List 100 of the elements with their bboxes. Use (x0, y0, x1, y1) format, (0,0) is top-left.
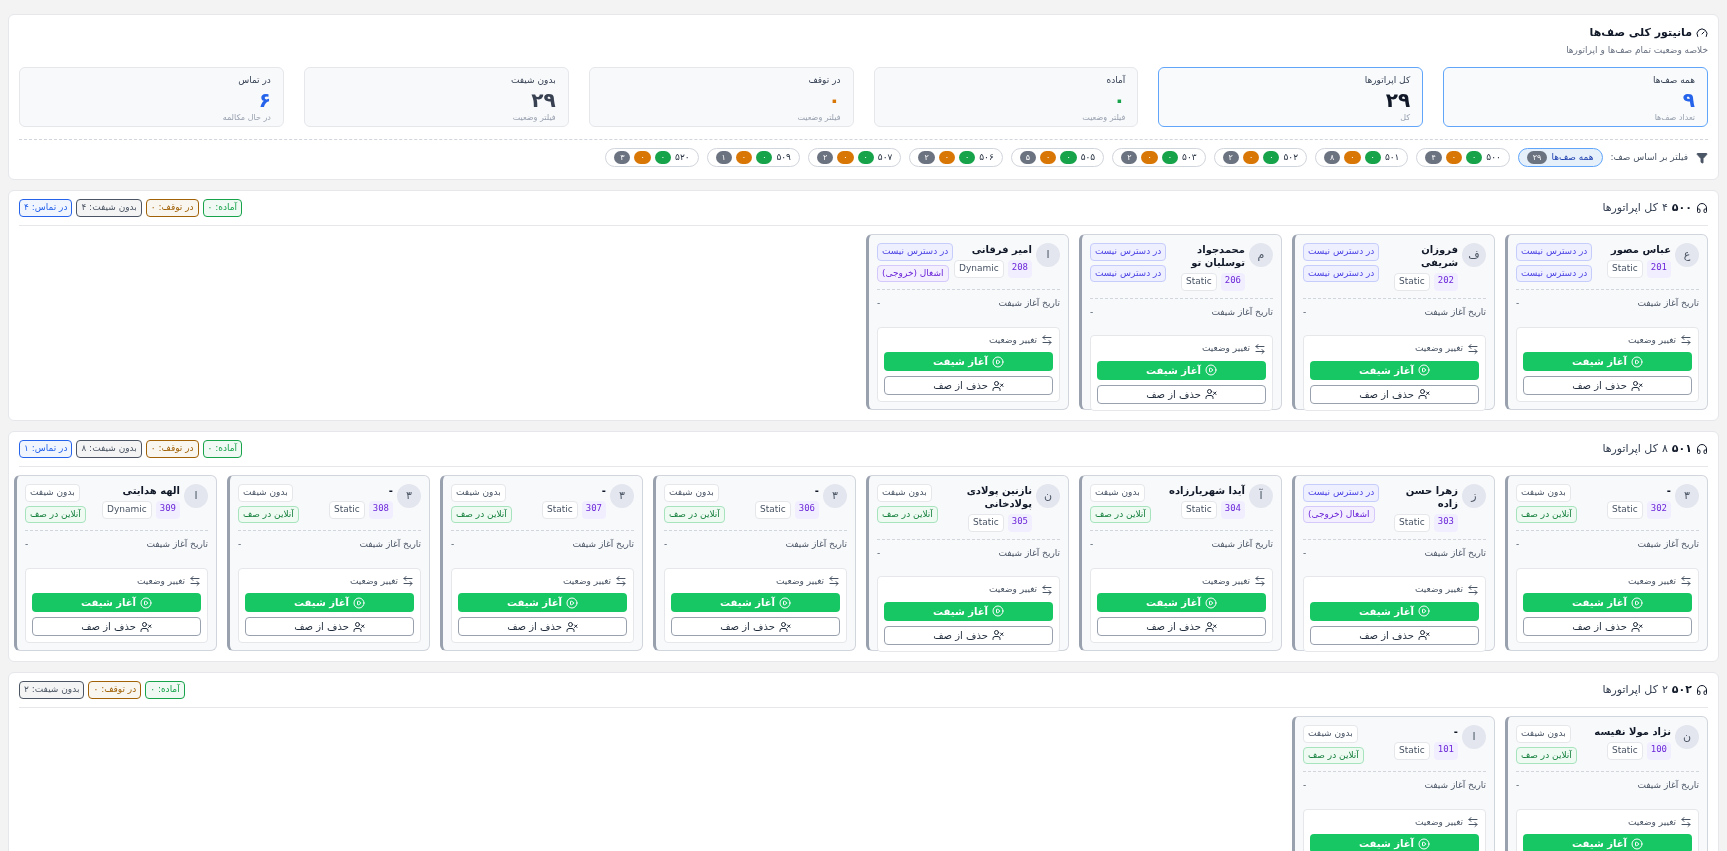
status-tag: آنلاین در صف (451, 505, 512, 523)
count-pill: ۸ (1324, 151, 1341, 164)
queue-filter-chip[interactable]: همه صف‌ها ۲۹ (1517, 148, 1603, 167)
user-remove-icon (778, 620, 791, 633)
agent-type: Static (968, 514, 1004, 532)
queue-name: ۵۰۱ (1671, 440, 1692, 457)
remove-from-queue-button[interactable]: حذف از صف (884, 376, 1053, 395)
count-pill: ۰ (857, 151, 874, 164)
shift-start-label: تاریخ آغاز شیفت (785, 538, 847, 551)
stat-card[interactable]: بدون شیفت ۲۹ فیلتر وضعیت (303, 67, 569, 127)
shift-start-value: - (451, 538, 455, 551)
agent-type: Static (1607, 260, 1643, 278)
swap-arrows-icon (1680, 575, 1692, 588)
shift-start-value: - (877, 546, 881, 560)
avatar-initial: ا (1462, 725, 1486, 749)
queue-filter-chip[interactable]: ۵۰۳ ۰ ۰ ۲ (1112, 148, 1206, 167)
count-pill: ۰ (1060, 151, 1077, 164)
stat-card[interactable]: کل اپراتورها ۲۹ کل (1158, 67, 1424, 127)
avatar-initial: ۳ (1675, 484, 1699, 508)
shift-start-value: - (1516, 538, 1520, 551)
play-icon (1631, 596, 1643, 609)
extension-number: 308 (368, 501, 393, 519)
swap-arrows-icon (1680, 816, 1692, 829)
stat-value: ۶ (257, 87, 271, 112)
operator-name: محمدجواد توسلیان تو (1189, 243, 1245, 269)
shift-start-label: تاریخ آغاز شیفت (1637, 779, 1699, 792)
queue-filter-chip[interactable]: ۵۰۷ ۰ ۰ ۲ (807, 148, 902, 167)
queue-filter-chip[interactable]: ۵۰۱ ۰ ۰ ۸ (1315, 148, 1409, 167)
stat-card[interactable]: همه صف‌ها ۹ تعداد صف‌ها (1443, 67, 1708, 127)
count-pill: ۰ (1141, 151, 1158, 164)
agent-type: Static (1394, 514, 1430, 532)
change-status-label: تغییر وضعیت (989, 583, 1037, 596)
queue-filter-chip[interactable]: ۵۰۶ ۰ ۰ ۲ (909, 148, 1003, 167)
operator-name: - (1665, 484, 1671, 497)
queue-filter-chip[interactable]: ۵۰۹ ۰ ۰ ۱ (706, 148, 800, 167)
play-icon (992, 605, 1004, 617)
change-status-label: تغییر وضعیت (1415, 342, 1463, 355)
queue-filter-chip[interactable]: ۵۲۰ ۰ ۰ ۳ (605, 148, 699, 167)
stat-card[interactable]: در تماس ۶ در حال مکالمه (19, 67, 284, 127)
queue-filter-chip[interactable]: ۵۰۲ ۰ ۰ ۲ (1213, 148, 1307, 167)
play-icon (140, 596, 152, 609)
remove-from-queue-button[interactable]: حذف از صف (32, 617, 201, 636)
change-status-label: تغییر وضعیت (1202, 574, 1250, 588)
remove-from-queue-button[interactable]: حذف از صف (671, 617, 840, 636)
count-pill: ۰ (1364, 151, 1381, 164)
queue-filter-chip[interactable]: ۵۰۰ ۰ ۰ ۴ (1416, 148, 1510, 167)
extension-number: 201 (1646, 260, 1671, 278)
user-remove-icon (1417, 629, 1430, 641)
shift-start-value: - (1516, 297, 1520, 310)
headphones-icon (1696, 443, 1708, 455)
user-remove-icon (1204, 388, 1217, 400)
shift-start-label: تاریخ آغاز شیفت (1637, 297, 1699, 310)
stat-card[interactable]: آماده ۰ فیلتر وضعیت (873, 67, 1139, 127)
count-pill: ۱ (715, 151, 732, 164)
play-icon (1205, 364, 1217, 376)
remove-from-queue-button[interactable]: حذف از صف (458, 617, 627, 636)
status-tag: آنلاین در صف (1516, 505, 1577, 523)
stat-card[interactable]: در توقف ۰ فیلتر وضعیت (588, 67, 854, 127)
status-count-badge: بدون شیفت: ۴ (76, 199, 142, 217)
avatar-initial: ۳ (823, 484, 847, 508)
status-tag: در دسترس نیست (1303, 484, 1380, 502)
avatar-initial: ن (1036, 484, 1060, 508)
stat-label: در تماس (237, 74, 271, 87)
status-tag: بدون شیفت (1516, 484, 1571, 502)
count-pill: ۰ (938, 151, 955, 164)
change-status-label: تغییر وضعیت (1415, 583, 1463, 596)
status-tag: آنلاین در صف (25, 505, 86, 523)
shift-start-value: - (877, 297, 881, 310)
remove-from-queue-button[interactable]: حذف از صف (1310, 625, 1479, 645)
count-pill: ۲۹ (1526, 151, 1548, 164)
queue-name: ۵۰۰ (1671, 199, 1692, 216)
extension-number: 305 (1007, 514, 1032, 532)
shift-start-label: تاریخ آغاز شیفت (1424, 305, 1486, 319)
remove-from-queue-button[interactable]: حذف از صف (1523, 617, 1692, 636)
swap-arrows-icon (615, 575, 627, 588)
count-pill: ۲ (1222, 151, 1239, 164)
operator-count: ۸ (1661, 440, 1668, 457)
remove-from-queue-button[interactable]: حذف از صف (1097, 617, 1266, 636)
stat-label: در توقف (807, 74, 841, 87)
queue-name: ۵۰۲ (1671, 681, 1692, 698)
avatar-initial: ن (1675, 725, 1699, 749)
shift-start-value: - (1090, 538, 1094, 551)
remove-from-queue-button[interactable]: حذف از صف (1097, 384, 1266, 404)
status-tag: بدون شیفت (1090, 484, 1145, 502)
count-pill: ۰ (1344, 151, 1361, 164)
status-tag: آنلاین در صف (1516, 746, 1577, 764)
user-remove-icon (991, 379, 1004, 392)
extension-number: 101 (1433, 742, 1458, 760)
remove-from-queue-button[interactable]: حذف از صف (884, 625, 1053, 645)
remove-from-queue-button[interactable]: حذف از صف (1310, 384, 1479, 404)
remove-from-queue-button[interactable]: حذف از صف (245, 617, 414, 636)
change-status-label: تغییر وضعیت (563, 574, 611, 588)
agent-type: Static (1607, 742, 1643, 760)
queue-filter-chip[interactable]: ۵۰۵ ۰ ۰ ۵ (1010, 148, 1105, 167)
avatar-initial: ا (1036, 243, 1060, 267)
stat-caption: فیلتر وضعیت (511, 111, 556, 124)
count-pill: ۰ (1445, 151, 1462, 164)
shift-start-label: تاریخ آغاز شیفت (146, 538, 208, 551)
remove-from-queue-button[interactable]: حذف از صف (1523, 376, 1692, 395)
play-icon (779, 596, 791, 609)
